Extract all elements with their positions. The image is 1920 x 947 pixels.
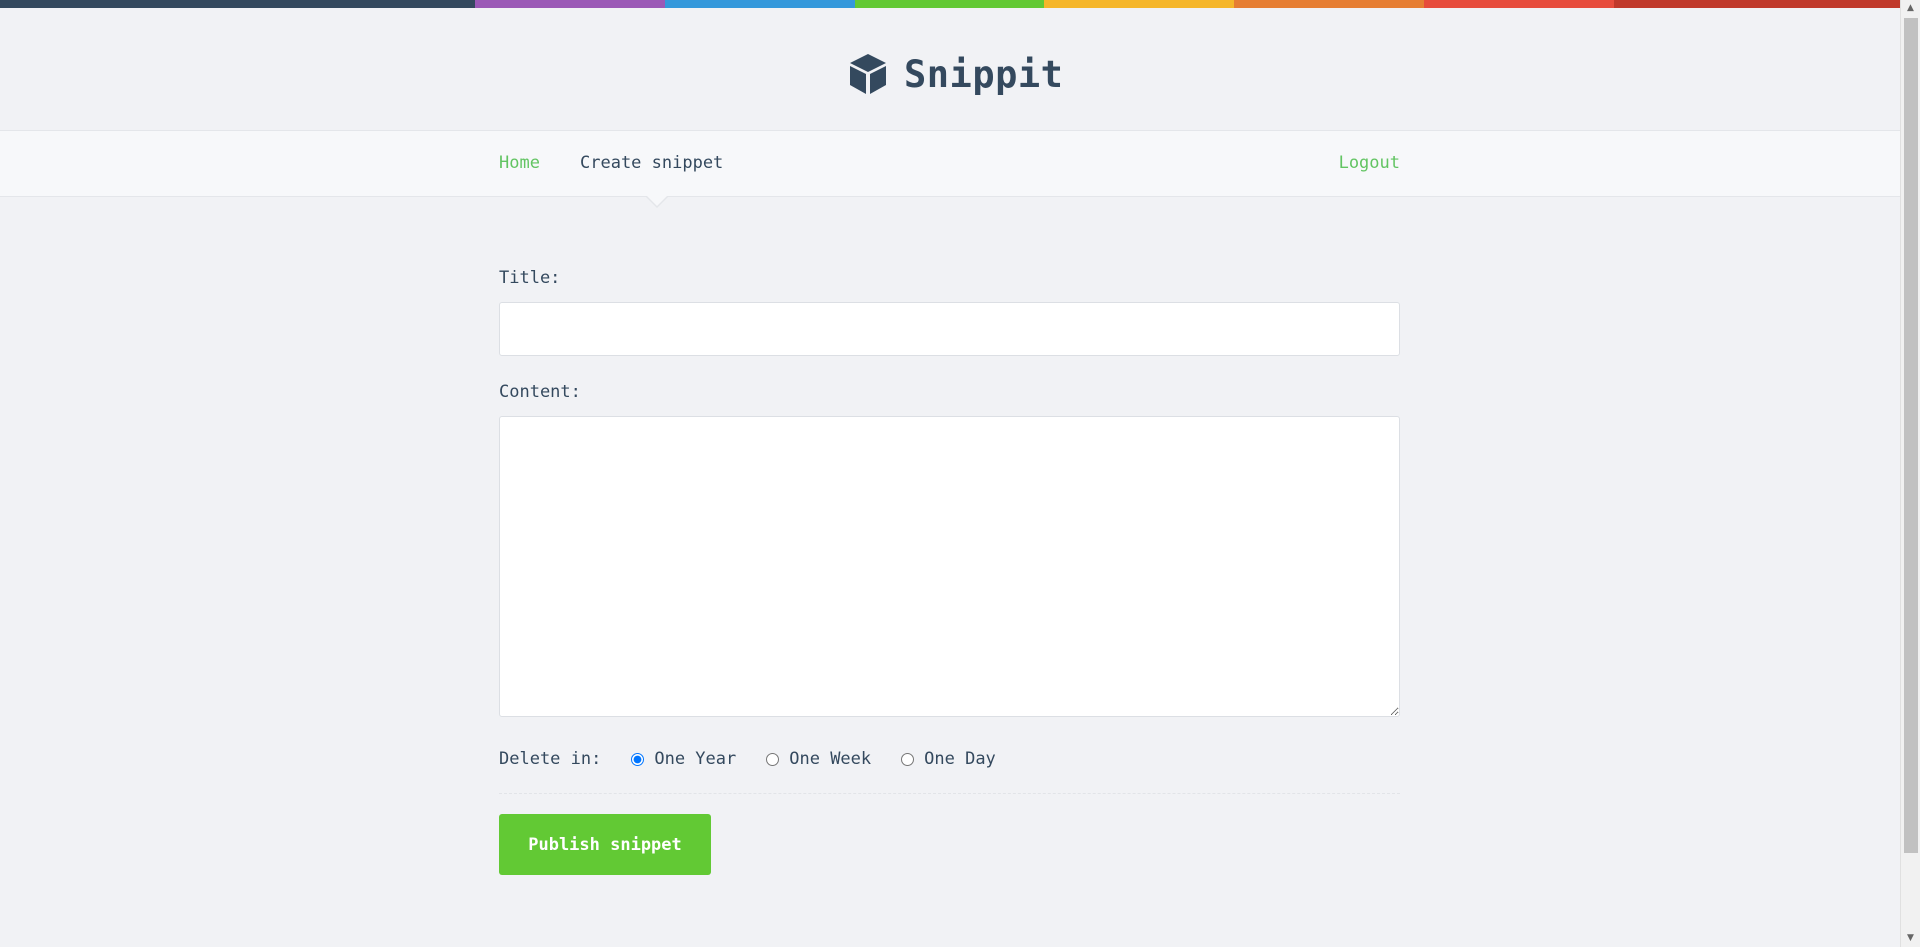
content-label: Content: xyxy=(499,382,581,402)
expiry-option-one-week[interactable]: One Week xyxy=(766,749,871,769)
stripe-segment xyxy=(665,0,855,8)
publish-snippet-button[interactable]: Publish snippet xyxy=(499,814,711,875)
scroll-down-arrow-icon[interactable]: ▼ xyxy=(1901,930,1920,947)
scroll-up-arrow-icon[interactable]: ▲ xyxy=(1901,0,1920,17)
expiry-option-label: One Day xyxy=(924,749,996,769)
color-stripe xyxy=(0,0,1900,8)
expiry-radio-one-day[interactable] xyxy=(901,752,915,766)
stripe-segment xyxy=(1044,0,1234,8)
cube-icon xyxy=(848,52,888,96)
active-tab-caret xyxy=(645,195,669,208)
expiry-radio-one-week[interactable] xyxy=(766,752,780,766)
title-label: Title: xyxy=(499,268,561,288)
scrollbar-thumb[interactable] xyxy=(1904,18,1918,853)
expiry-option-label: One Week xyxy=(789,749,872,769)
stripe-segment xyxy=(1424,0,1614,8)
create-snippet-form: Title: Content: Delete in: One Year One … xyxy=(499,258,1400,875)
stripe-segment xyxy=(1234,0,1424,8)
brand-logo[interactable]: Snippit xyxy=(848,46,1063,102)
stripe-segment xyxy=(0,0,475,8)
nav-home-link[interactable]: Home xyxy=(499,153,540,173)
delete-in-label: Delete in: xyxy=(499,749,602,769)
content-textarea[interactable] xyxy=(499,416,1400,717)
brand-name: Snippit xyxy=(904,52,1064,96)
form-divider xyxy=(499,793,1400,794)
main-nav: Home Create snippet Logout xyxy=(0,130,1900,208)
nav-create-snippet-link[interactable]: Create snippet xyxy=(580,153,723,173)
expiry-option-one-year[interactable]: One Year xyxy=(631,749,736,769)
nav-logout-link[interactable]: Logout xyxy=(1339,153,1400,173)
expiry-option-label: One Year xyxy=(654,749,737,769)
expiry-option-one-day[interactable]: One Day xyxy=(901,749,996,769)
vertical-scrollbar[interactable]: ▲ ▼ xyxy=(1900,0,1920,947)
site-header: Snippit xyxy=(0,8,1900,130)
stripe-segment xyxy=(1614,0,1900,8)
expiry-radio-one-year[interactable] xyxy=(631,752,645,766)
stripe-segment xyxy=(855,0,1044,8)
expiry-options: Delete in: One Year One Week One Day xyxy=(499,747,1400,771)
stripe-segment xyxy=(475,0,665,8)
title-input[interactable] xyxy=(499,302,1400,356)
